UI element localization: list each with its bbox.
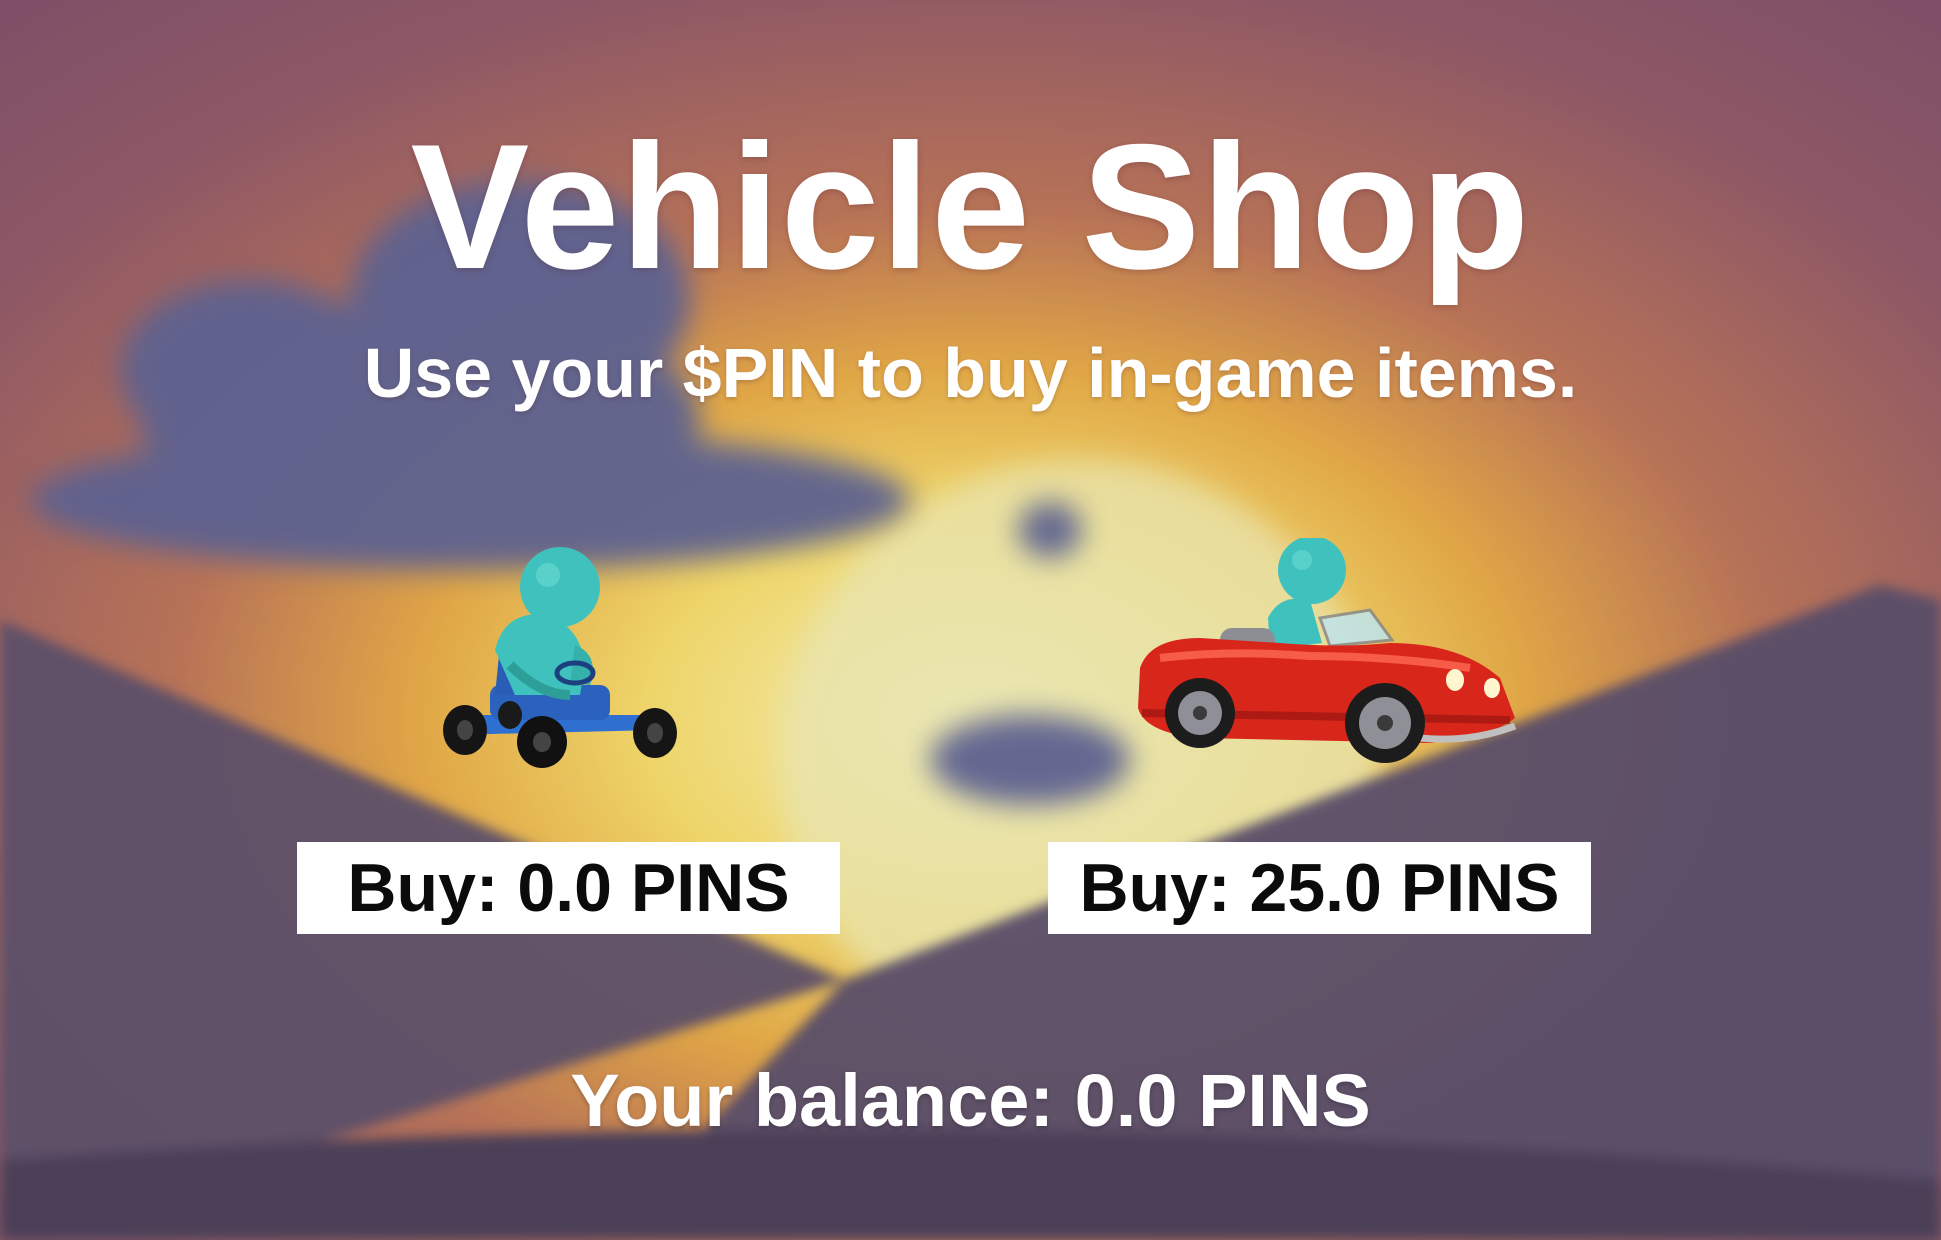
red-convertible-car-icon[interactable] — [1130, 538, 1525, 778]
page-title: Vehicle Shop — [410, 107, 1531, 306]
buy-car-button[interactable]: Buy: 25.0 PINS — [1048, 842, 1591, 934]
page-subtitle: Use your $PIN to buy in-game items. — [363, 334, 1578, 412]
balance-text: Your balance: 0.0 PINS — [570, 1059, 1371, 1142]
buy-kart-button[interactable]: Buy: 0.0 PINS — [297, 842, 840, 934]
go-kart-vehicle-icon[interactable] — [430, 545, 680, 770]
game-shop-screen: Vehicle Shop Use your $PIN to buy in-gam… — [0, 0, 1941, 1240]
